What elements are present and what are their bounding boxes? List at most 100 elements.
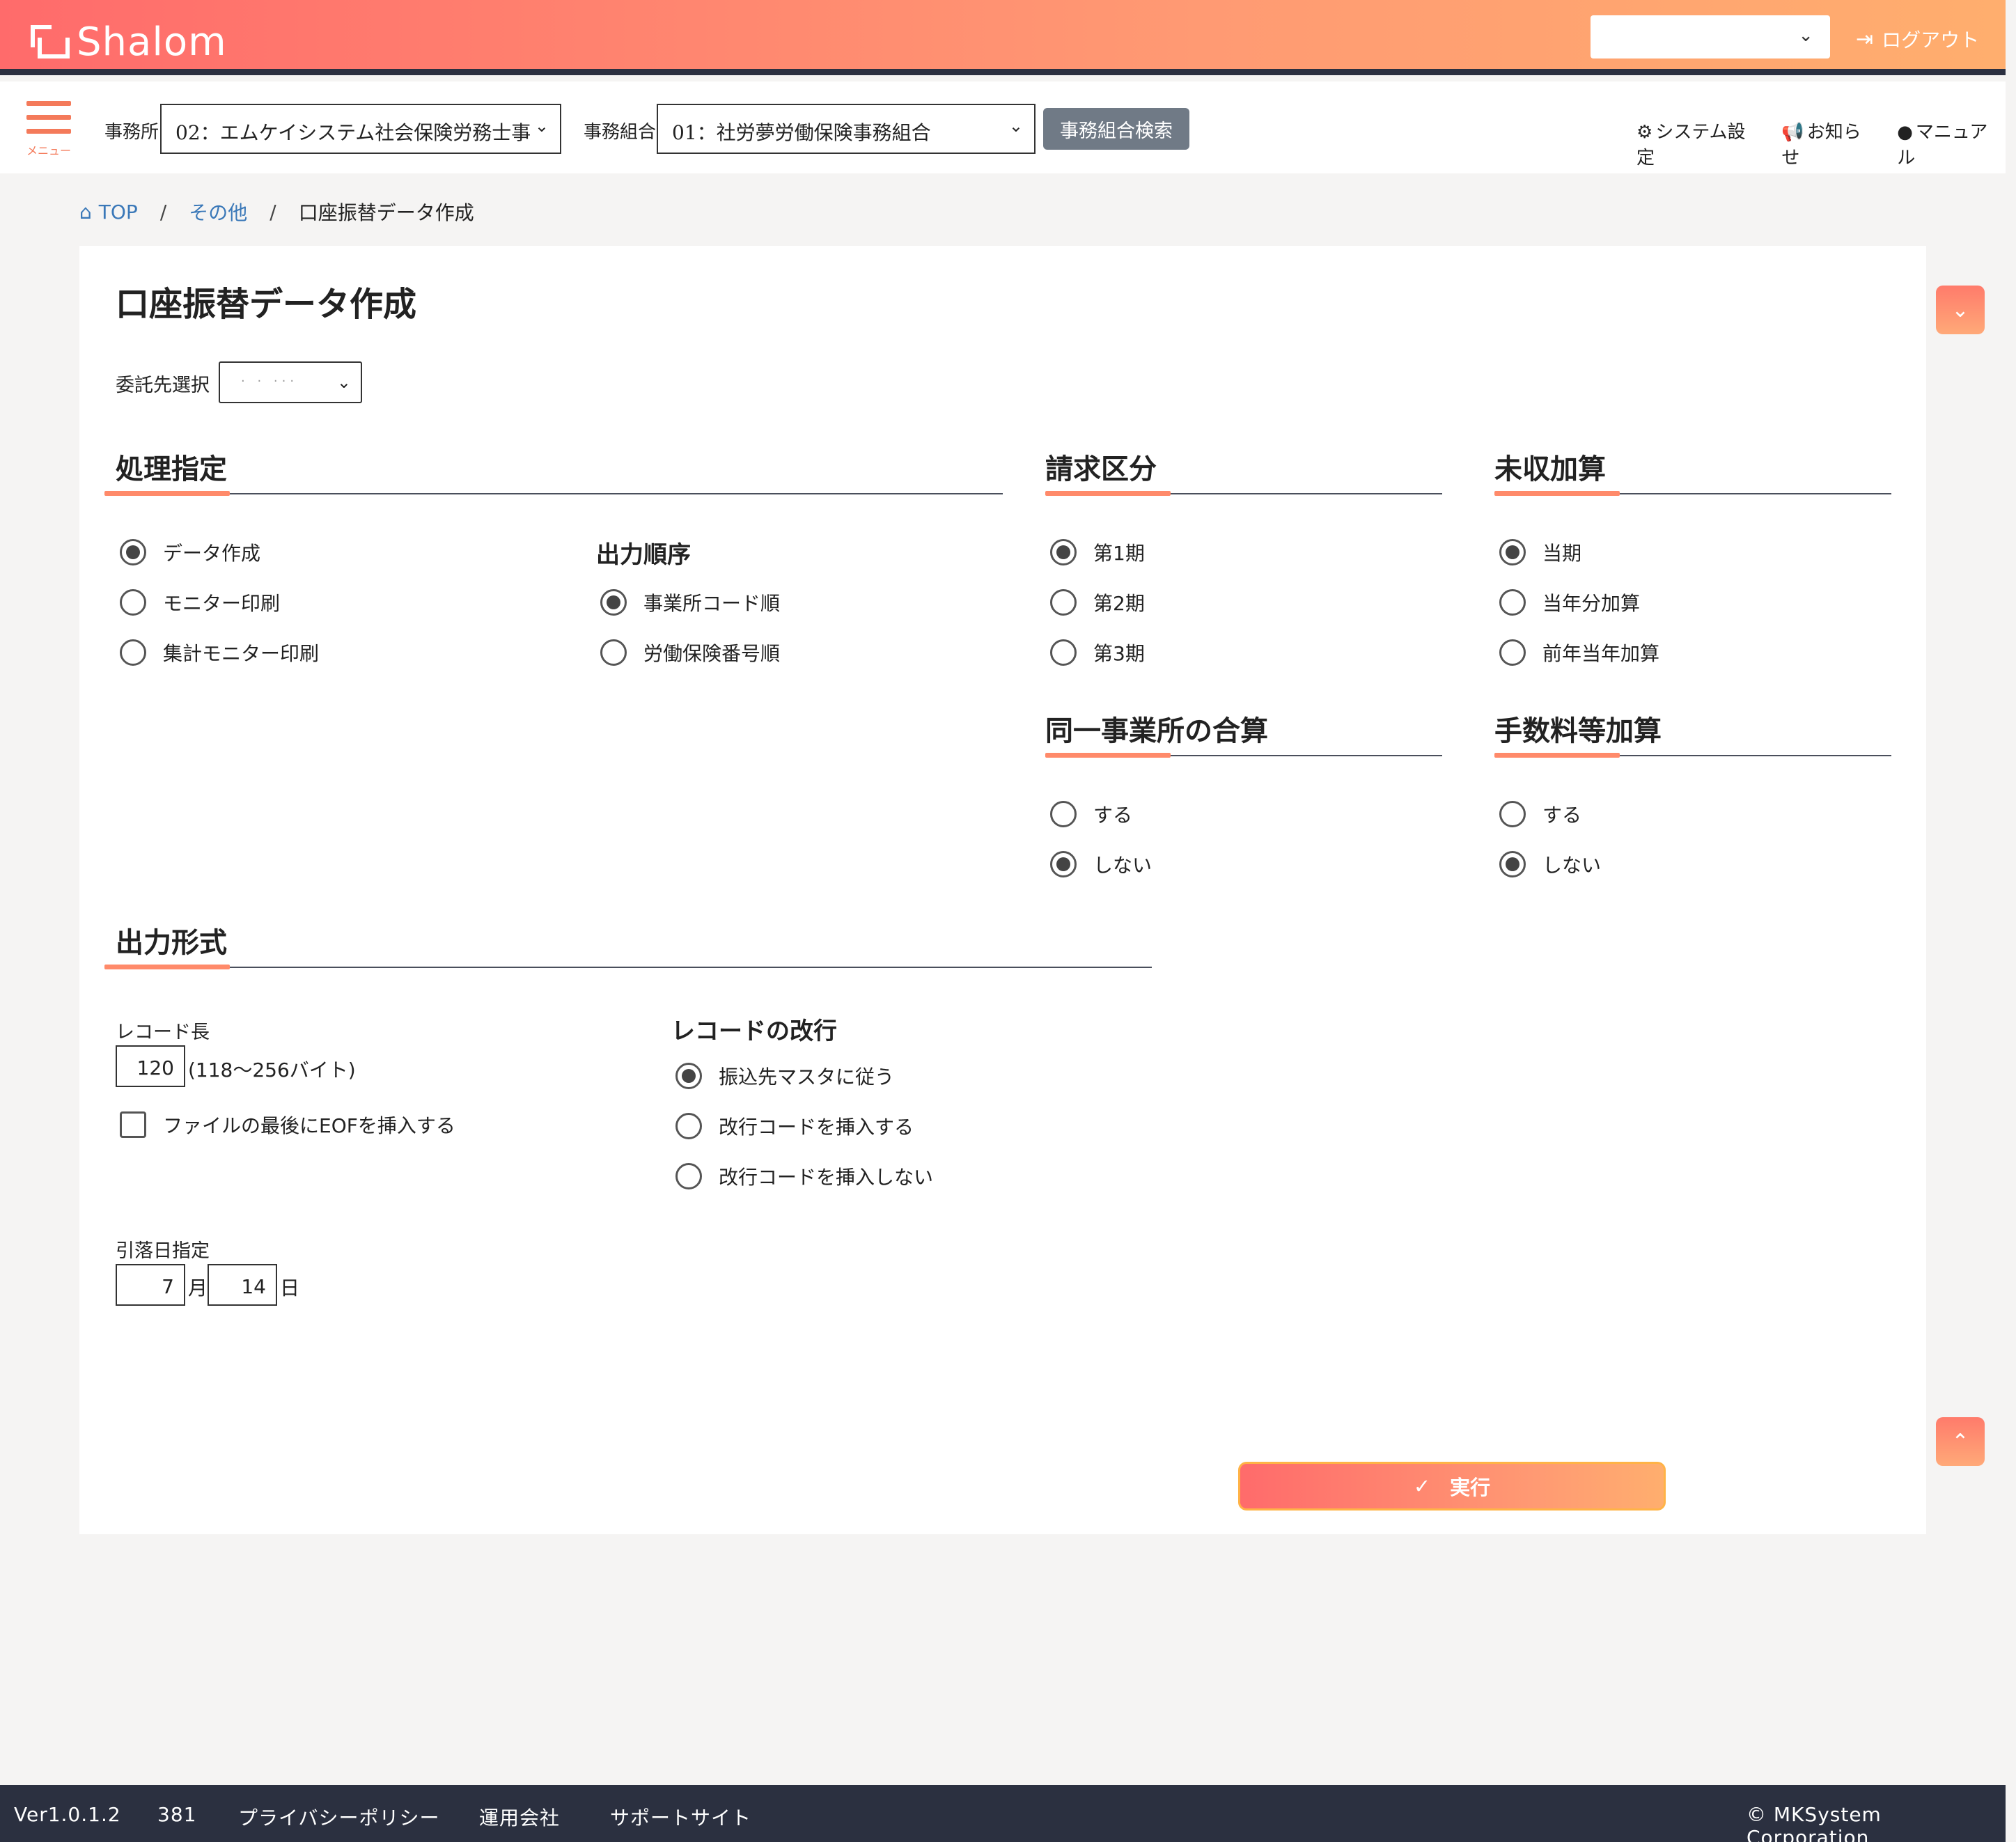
radio-indicator — [120, 639, 146, 666]
radio-label: 事業所コード順 — [643, 592, 781, 615]
notice-link[interactable]: 📢 お知らせ — [1781, 118, 1879, 169]
breadcrumb-other[interactable]: その他 — [189, 198, 247, 226]
breadcrumb-separator: / — [269, 200, 276, 224]
menu-label: メニュー — [26, 144, 72, 157]
radio-no-newline[interactable]: 改行コードを挿入しない — [675, 1162, 933, 1190]
checkbox-indicator — [120, 1111, 146, 1138]
radio-indicator — [120, 589, 146, 616]
radio-insert-newline[interactable]: 改行コードを挿入する — [675, 1112, 914, 1140]
radio-label: しない — [1093, 854, 1152, 877]
output-order-heading: 出力順序 — [596, 541, 691, 569]
radio-current-period[interactable]: 当期 — [1499, 538, 1581, 566]
system-settings-link[interactable]: ⚙ システム設定 — [1636, 118, 1763, 169]
checkbox-label: ファイルの最後にEOFを挿入する — [163, 1114, 455, 1137]
gassan-heading: 同一事業所の合算 — [1045, 715, 1268, 747]
main-card: 口座振替データ作成 委託先選択 · · ··· ⌄ 処理指定 データ作成 モニタ… — [79, 246, 1926, 1534]
radio-indicator — [1050, 589, 1077, 616]
radio-indicator — [1050, 539, 1077, 565]
radio-insurance-number-order[interactable]: 労働保険番号順 — [600, 639, 780, 666]
month-input[interactable]: 7 — [116, 1264, 185, 1306]
system-settings-label: システム設定 — [1636, 122, 1746, 169]
jimusho-select[interactable]: 02：エムケイシステム社会保険労務士事 ⌄ — [160, 104, 561, 154]
radio-monitor-print[interactable]: モニター印刷 — [120, 588, 280, 616]
radio-indicator — [1499, 851, 1526, 877]
footer-version: Ver1.0.1.2 — [14, 1803, 121, 1826]
month-unit: 月 — [188, 1277, 208, 1299]
radio-indicator — [1050, 639, 1077, 666]
lightbulb-icon: ● — [1897, 122, 1913, 143]
radio-label: モニター印刷 — [163, 592, 281, 615]
seikyu-heading: 請求区分 — [1045, 453, 1157, 485]
gear-icon: ⚙ — [1636, 122, 1653, 143]
page-title: 口座振替データ作成 — [116, 285, 417, 324]
chevron-down-icon: ⌄ — [1798, 25, 1813, 46]
record-length-label: レコード長 — [116, 1022, 210, 1043]
execute-button[interactable]: ✓ 実行 — [1238, 1462, 1666, 1511]
radio-label: 当期 — [1542, 542, 1582, 565]
radio-prev-current-year-add[interactable]: 前年当年加算 — [1499, 639, 1659, 666]
top-bar: Shalom ⌄ ⇥ ログアウト — [0, 0, 2006, 75]
radio-indicator — [1499, 639, 1526, 666]
manual-link[interactable]: ● マニュアル — [1897, 118, 2006, 169]
radio-indicator — [1499, 539, 1526, 565]
radio-label: データ作成 — [163, 542, 261, 565]
kumiai-select[interactable]: 01：社労夢労働保険事務組合 ⌄ — [657, 104, 1036, 154]
check-icon: ✓ — [1413, 1474, 1431, 1498]
tesuryo-divider — [1494, 753, 1891, 758]
radio-tesuryo-no[interactable]: しない — [1499, 850, 1601, 878]
radio-office-code-order[interactable]: 事業所コード順 — [600, 588, 780, 616]
megaphone-icon: 📢 — [1781, 122, 1804, 143]
chevron-down-icon: ⌄ — [534, 116, 549, 136]
kumiai-value: 01：社労夢労働保険事務組合 — [672, 121, 931, 144]
footer-privacy-link[interactable]: プライバシーポリシー — [238, 1803, 439, 1831]
breadcrumb: ⌂ TOP / その他 / 口座振替データ作成 — [79, 198, 474, 226]
menu-button[interactable]: メニュー — [26, 101, 71, 158]
radio-indicator — [1499, 589, 1526, 616]
scroll-down-button[interactable]: ⌄ — [1936, 286, 1985, 334]
eof-checkbox[interactable]: ファイルの最後にEOFを挿入する — [120, 1111, 455, 1139]
radio-summary-monitor-print[interactable]: 集計モニター印刷 — [120, 639, 319, 666]
user-select[interactable]: ⌄ — [1591, 15, 1830, 58]
radio-period-2[interactable]: 第2期 — [1050, 588, 1145, 616]
radio-period-3[interactable]: 第3期 — [1050, 639, 1145, 666]
office-bar: メニュー 事務所 02：エムケイシステム社会保険労務士事 ⌄ 事務組合 01：社… — [0, 81, 2006, 173]
radio-label: 改行コードを挿入する — [719, 1116, 914, 1139]
record-length-hint: (118〜256バイト) — [188, 1059, 356, 1082]
footer-company-link[interactable]: 運用会社 — [479, 1803, 560, 1831]
shori-divider — [104, 491, 1003, 496]
radio-period-1[interactable]: 第1期 — [1050, 538, 1145, 566]
radio-indicator — [675, 1063, 702, 1089]
radio-indicator — [1499, 801, 1526, 827]
radio-gassan-yes[interactable]: する — [1050, 800, 1132, 828]
radio-indicator — [1050, 851, 1077, 877]
logout-button[interactable]: ⇥ ログアウト — [1856, 25, 1979, 53]
radio-label: 改行コードを挿入しない — [719, 1166, 934, 1189]
breadcrumb-top[interactable]: TOP — [99, 201, 138, 224]
day-input[interactable]: 14 — [208, 1264, 277, 1306]
kaigyo-heading: レコードの改行 — [671, 1017, 837, 1045]
radio-indicator — [675, 1113, 702, 1139]
record-length-input[interactable]: 120 — [116, 1045, 185, 1087]
radio-current-year-add[interactable]: 当年分加算 — [1499, 588, 1640, 616]
itaku-select[interactable]: · · ··· ⌄ — [219, 361, 362, 403]
logout-icon: ⇥ — [1856, 26, 1874, 52]
radio-gassan-no[interactable]: しない — [1050, 850, 1152, 878]
radio-data-sakusei[interactable]: データ作成 — [120, 538, 260, 566]
radio-label: する — [1542, 804, 1582, 827]
chevron-down-icon: ⌄ — [1951, 297, 1969, 322]
radio-label: 当年分加算 — [1542, 592, 1641, 615]
seikyu-divider — [1045, 491, 1442, 496]
footer-copyright: © MKSystem Corporation — [1747, 1803, 1882, 1842]
scroll-up-button[interactable]: ⌃ — [1936, 1417, 1985, 1466]
radio-tesuryo-yes[interactable]: する — [1499, 800, 1581, 828]
kumiai-search-button[interactable]: 事務組合検索 — [1043, 108, 1189, 150]
radio-indicator — [120, 539, 146, 565]
footer-support-link[interactable]: サポートサイト — [610, 1803, 751, 1831]
app-logo[interactable]: Shalom — [31, 19, 227, 65]
jimusho-label: 事務所 — [104, 122, 159, 143]
itaku-label: 委託先選択 — [116, 375, 210, 396]
radio-label: 第1期 — [1093, 542, 1145, 565]
day-unit: 日 — [280, 1277, 300, 1299]
logout-label: ログアウト — [1882, 29, 1980, 52]
radio-follow-master[interactable]: 振込先マスタに従う — [675, 1062, 894, 1090]
